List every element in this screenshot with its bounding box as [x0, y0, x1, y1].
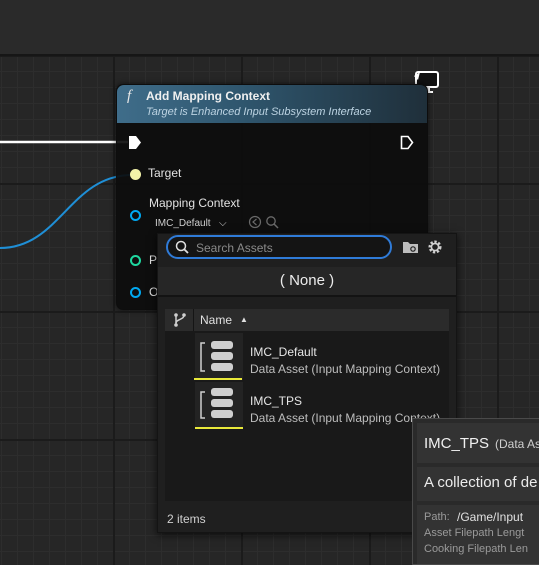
branch-filter-icon[interactable]	[172, 312, 188, 328]
asset-thumbnail-icon	[195, 382, 243, 429]
priority-label: P	[149, 253, 158, 267]
options-pin[interactable]	[130, 287, 141, 298]
search-input[interactable]: Search Assets	[166, 235, 392, 259]
tooltip-path-value: /Game/Input	[457, 510, 524, 524]
function-icon: f	[127, 88, 132, 104]
asset-list[interactable]: Name ▲ IMC_Default Data Asset (Input Map…	[165, 309, 449, 501]
mapping-context-label: Mapping Context	[149, 196, 240, 210]
asset-thumbnail-icon	[195, 333, 243, 380]
object-wire	[0, 174, 133, 249]
item-count: 2 items	[167, 512, 206, 526]
mapping-context-value: IMC_Default	[155, 218, 211, 229]
mapping-context-pin[interactable]	[130, 210, 141, 221]
list-item[interactable]: IMC_Default Data Asset (Input Mapping Co…	[165, 333, 449, 381]
dropdown-arrow-icon: ⌵	[219, 218, 227, 229]
row-separator	[194, 378, 242, 380]
search-icon	[175, 240, 189, 254]
asset-tooltip: IMC_TPS (Data As A collection of de Path…	[412, 418, 539, 565]
node-title: Add Mapping Context	[146, 89, 270, 103]
mapping-context-combo[interactable]: IMC_Default ⌵	[155, 213, 239, 230]
folder-icon[interactable]	[402, 240, 419, 254]
asset-name: IMC_Default	[250, 345, 317, 359]
exec-out-pin[interactable]	[400, 135, 414, 150]
use-selected-icon[interactable]	[248, 215, 262, 229]
target-label: Target	[148, 166, 182, 180]
browse-icon[interactable]	[265, 215, 279, 229]
priority-pin[interactable]	[130, 255, 141, 266]
tooltip-description: A collection of de	[424, 474, 538, 491]
tooltip-line-3: Cooking Filepath Len	[424, 543, 528, 555]
gear-icon[interactable]	[426, 238, 444, 256]
search-placeholder: Search Assets	[196, 241, 273, 255]
tooltip-path-label: Path:	[424, 511, 450, 523]
target-pin[interactable]	[130, 169, 141, 180]
exec-in-pin[interactable]	[128, 135, 142, 150]
tooltip-type: (Data As	[495, 437, 539, 451]
sort-indicator: ▲	[240, 315, 248, 324]
asset-name: IMC_TPS	[250, 394, 303, 408]
list-item[interactable]: IMC_TPS Data Asset (Input Mapping Contex…	[165, 382, 449, 430]
tooltip-title: IMC_TPS	[424, 435, 490, 452]
none-option[interactable]: ( None )	[158, 267, 456, 297]
asset-type: Data Asset (Input Mapping Context)	[250, 362, 441, 376]
list-header: Name ▲	[165, 309, 449, 331]
node-header[interactable]: f Add Mapping Context Target is Enhanced…	[117, 85, 427, 123]
node-subtitle: Target is Enhanced Input Subsystem Inter…	[146, 106, 372, 118]
name-column-header[interactable]: Name	[200, 313, 232, 327]
tooltip-line-2: Asset Filepath Lengt	[424, 527, 525, 539]
